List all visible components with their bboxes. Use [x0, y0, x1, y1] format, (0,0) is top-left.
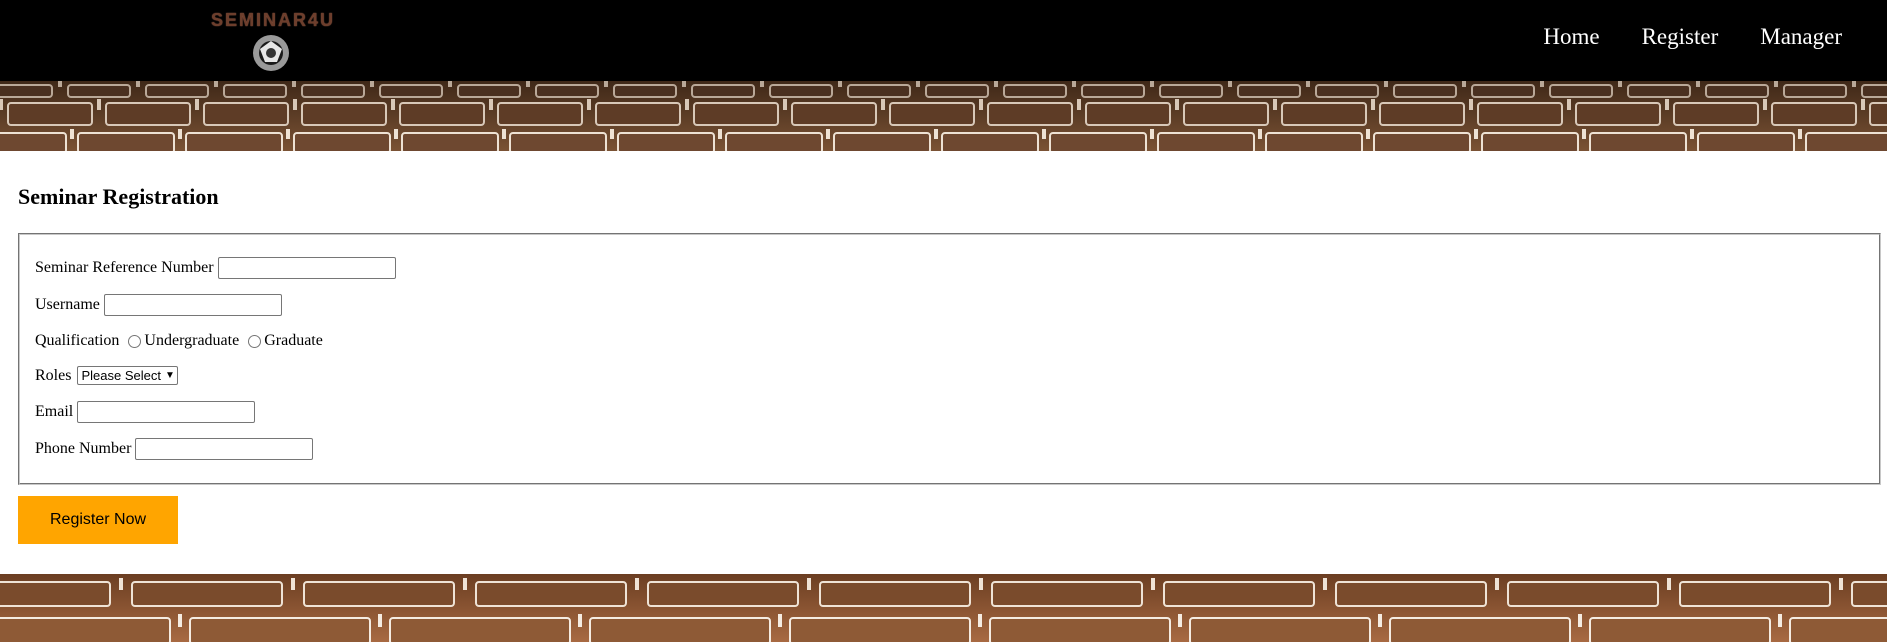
- username-label: Username: [35, 296, 100, 313]
- undergraduate-radio[interactable]: [128, 334, 142, 348]
- nav-home-link[interactable]: Home: [1543, 24, 1599, 50]
- email-row: Email: [35, 401, 256, 423]
- reference-row: Seminar Reference Number: [35, 257, 396, 279]
- graduate-radio[interactable]: [248, 334, 262, 348]
- roles-label: Roles: [35, 366, 72, 384]
- nav-register-link[interactable]: Register: [1642, 24, 1719, 50]
- reference-label: Seminar Reference Number: [35, 259, 214, 276]
- seats-image-top: [0, 81, 1887, 151]
- roles-row: Roles Please Select ▼: [35, 366, 178, 385]
- qualification-row: Qualification Undergraduate Graduate: [35, 332, 323, 350]
- seats-image-bottom: [0, 574, 1887, 642]
- graduate-option-label: Graduate: [264, 332, 323, 349]
- reference-number-input[interactable]: [217, 257, 396, 279]
- username-row: Username: [35, 294, 282, 316]
- registration-fieldset: Seminar Reference Number Username Qualif…: [18, 233, 1881, 485]
- register-now-button[interactable]: Register Now: [18, 496, 178, 544]
- username-input[interactable]: [103, 294, 282, 316]
- main-nav: Home Register Manager: [1501, 24, 1842, 50]
- auditorium-banner-bottom: [0, 574, 1887, 642]
- phone-number-input[interactable]: [135, 438, 314, 460]
- qualification-label: Qualification: [35, 332, 120, 349]
- phone-label: Phone Number: [35, 440, 132, 457]
- logo-mark-icon: [253, 35, 289, 71]
- chevron-down-icon: ▼: [164, 370, 175, 381]
- roles-select[interactable]: Please Select ▼: [77, 366, 178, 385]
- phone-row: Phone Number: [35, 438, 314, 460]
- page-title: Seminar Registration: [18, 184, 219, 209]
- auditorium-banner-top: [0, 81, 1887, 151]
- nav-manager-link[interactable]: Manager: [1760, 24, 1842, 50]
- logo-text: SEMINAR4U: [210, 10, 335, 30]
- undergraduate-option-label: Undergraduate: [144, 332, 240, 349]
- email-label: Email: [35, 403, 74, 420]
- roles-selected-value: Please Select: [81, 368, 161, 383]
- top-header: SEMINAR4U Home Register Manager: [0, 0, 1887, 81]
- site-logo[interactable]: SEMINAR4U: [198, 10, 348, 74]
- email-input[interactable]: [77, 401, 256, 423]
